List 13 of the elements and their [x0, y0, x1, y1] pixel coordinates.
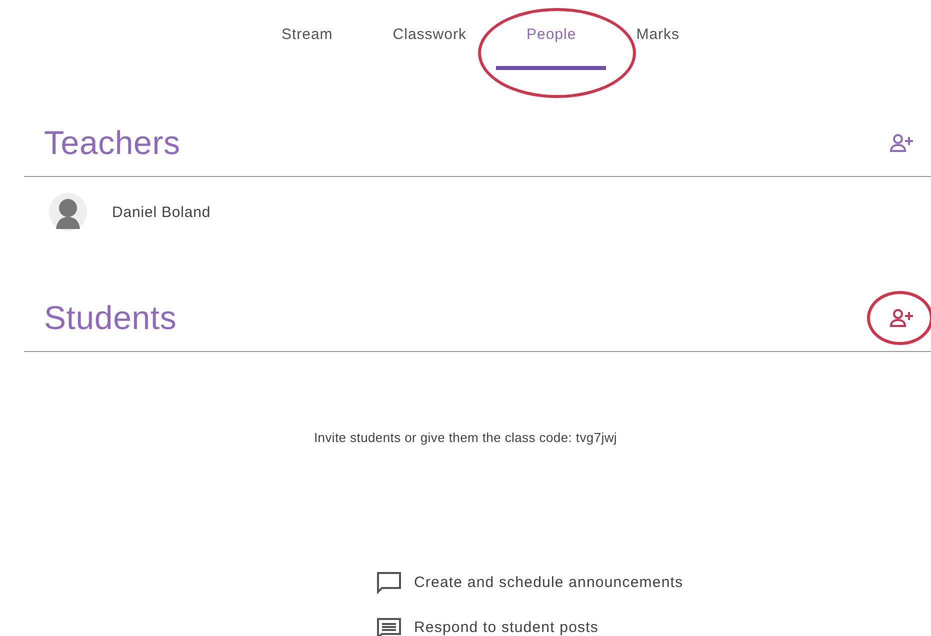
tab[interactable]: People	[496, 8, 606, 70]
section-title: Teachers	[44, 124, 180, 162]
tab[interactable]: Stream	[251, 8, 363, 70]
speech-bubble-icon	[376, 571, 402, 594]
feature-text: Create and schedule announcements	[414, 574, 684, 591]
avatar-icon	[48, 192, 88, 232]
tab[interactable]: Classwork	[362, 8, 496, 70]
invite-text: Invite students or give them the class code: tvg7jwj	[312, 429, 618, 445]
teacher-name: Daniel Boland	[112, 204, 211, 220]
message-icon	[376, 617, 402, 636]
tab[interactable]: Marks	[606, 8, 710, 70]
feature-text: Respond to student posts	[414, 619, 599, 636]
section-title: Students	[44, 299, 177, 337]
